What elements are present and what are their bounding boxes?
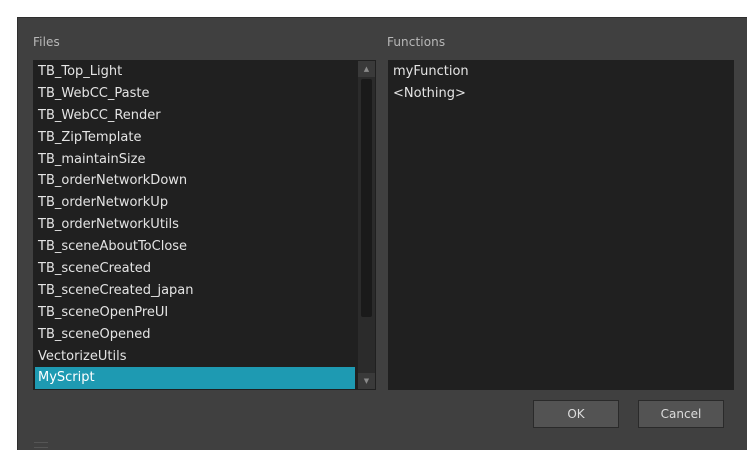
file-list-item[interactable]: TB_sceneAboutToClose [35,236,355,258]
resize-grip-icon[interactable] [34,442,48,448]
files-label: Files [33,35,60,49]
file-list-item[interactable]: TB_WebCC_Paste [35,83,355,105]
file-list-item[interactable]: TB_orderNetworkUp [35,192,355,214]
functions-label: Functions [387,35,446,49]
script-editor-dialog: Files Functions TB_Top_Light TB_WebCC_Pas… [17,17,747,450]
scrollbar-thumb[interactable] [361,79,372,317]
scroll-down-arrow-icon[interactable]: ▼ [358,373,375,389]
functions-list[interactable]: myFunction <Nothing> [388,60,734,390]
functions-items: myFunction <Nothing> [390,61,730,105]
ok-button[interactable]: OK [533,400,619,428]
function-list-item[interactable]: myFunction [390,61,730,83]
file-list-item[interactable]: TB_sceneOpenPreUI [35,302,355,324]
files-items: TB_Top_Light TB_WebCC_Paste TB_WebCC_Rende… [35,61,355,390]
file-list-item[interactable]: TB_Top_Light [35,61,355,83]
file-list-item[interactable]: TB_orderNetworkDown [35,170,355,192]
file-list-item[interactable]: MyScript [35,367,355,390]
file-list-item[interactable]: TB_sceneOpened [35,324,355,346]
function-list-item[interactable]: <Nothing> [390,83,730,105]
scroll-up-arrow-icon[interactable]: ▲ [358,61,375,77]
files-scrollbar[interactable]: ▲ ▼ [358,61,375,389]
file-list-item[interactable]: TB_orderNetworkUtils [35,214,355,236]
file-list-item[interactable]: VectorizeUtils [35,346,355,368]
file-list-item[interactable]: TB_WebCC_Render [35,105,355,127]
cancel-button[interactable]: Cancel [638,400,724,428]
file-list-item[interactable]: TB_maintainSize [35,149,355,171]
files-list[interactable]: TB_Top_Light TB_WebCC_Paste TB_WebCC_Rende… [33,60,376,390]
file-list-item[interactable]: TB_sceneCreated_japan [35,280,355,302]
file-list-item[interactable]: TB_ZipTemplate [35,127,355,149]
file-list-item[interactable]: TB_sceneCreated [35,258,355,280]
